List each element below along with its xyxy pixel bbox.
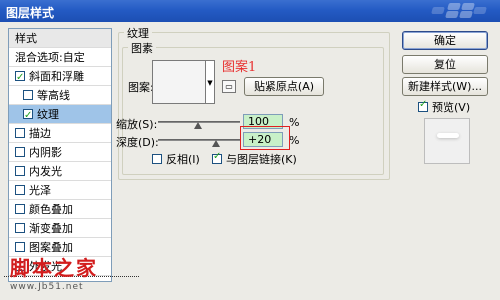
link-checkbox-box[interactable]: [212, 151, 222, 164]
style-item[interactable]: 渐变叠加: [9, 219, 111, 238]
highlight-box: [240, 126, 290, 150]
link-with-layer-checkbox[interactable]: 与图层链接(K): [212, 151, 297, 167]
reset-button[interactable]: 复位: [402, 55, 488, 74]
style-item[interactable]: 混合选项:自定: [9, 48, 111, 67]
style-item-checkbox[interactable]: [23, 106, 33, 125]
invert-checkbox-box[interactable]: [152, 154, 162, 164]
style-item[interactable]: 纹理: [9, 105, 111, 125]
style-item-checkbox[interactable]: [15, 147, 25, 157]
pattern-dropdown-arrow-icon[interactable]: ▼: [205, 60, 215, 104]
depth-unit: %: [289, 134, 300, 147]
style-item-label: 描边: [29, 127, 51, 140]
pattern-swatch[interactable]: [152, 60, 206, 104]
style-item-checkbox[interactable]: [15, 204, 25, 214]
styles-list: 样式 混合选项:自定斜面和浮雕等高线纹理描边内阴影内发光光泽颜色叠加渐变叠加图案…: [8, 28, 112, 282]
style-item-checkbox[interactable]: [15, 68, 25, 87]
pattern-annotation: 图案1: [222, 60, 257, 75]
style-item-label: 混合选项:自定: [15, 51, 85, 64]
ok-button[interactable]: 确定: [402, 31, 488, 50]
style-item-checkbox[interactable]: [15, 166, 25, 176]
preview-checkbox-box[interactable]: [418, 99, 428, 112]
new-style-button[interactable]: 新建样式(W)...: [402, 77, 488, 96]
style-item[interactable]: 颜色叠加: [9, 200, 111, 219]
scale-unit: %: [289, 116, 300, 129]
scale-slider-thumb[interactable]: [194, 122, 202, 130]
pattern-label: 图案:: [128, 81, 154, 94]
style-item-checkbox[interactable]: [15, 223, 25, 233]
style-preview-thumbnail: [424, 118, 470, 164]
watermark-text: 脚本之家: [10, 256, 98, 280]
elements-group-title: 图素: [128, 40, 156, 56]
preview-checkbox[interactable]: 预览(V): [418, 99, 470, 115]
title-bar: 图层样式: [0, 0, 500, 22]
style-item[interactable]: 描边: [9, 124, 111, 143]
style-item-label: 颜色叠加: [29, 203, 73, 216]
style-item[interactable]: 内发光: [9, 162, 111, 181]
style-item-label: 内阴影: [29, 146, 62, 159]
style-item-checkbox[interactable]: [15, 128, 25, 138]
style-item-checkbox[interactable]: [15, 185, 25, 195]
styles-list-header: 样式: [9, 29, 111, 48]
depth-slider-track[interactable]: [158, 139, 240, 141]
depth-label: 深度(D):: [116, 136, 159, 149]
style-item-label: 等高线: [37, 89, 70, 102]
style-item-label: 纹理: [37, 108, 59, 121]
snap-to-origin-button[interactable]: 贴紧原点(A): [244, 77, 324, 96]
style-item-label: 斜面和浮雕: [29, 70, 84, 83]
style-item-checkbox[interactable]: [23, 90, 33, 100]
depth-slider-thumb[interactable]: [212, 140, 220, 148]
style-item-label: 渐变叠加: [29, 222, 73, 235]
style-item[interactable]: 光泽: [9, 181, 111, 200]
style-item-label: 光泽: [29, 184, 51, 197]
style-item-label: 内发光: [29, 165, 62, 178]
style-item[interactable]: 等高线: [9, 86, 111, 105]
watermark-url: www.Jb51.net: [10, 282, 84, 292]
style-item[interactable]: 斜面和浮雕: [9, 67, 111, 87]
window-title: 图层样式: [6, 6, 55, 20]
style-item-checkbox[interactable]: [15, 242, 25, 252]
new-preset-icon[interactable]: ▭: [222, 80, 236, 93]
scale-label: 缩放(S):: [116, 118, 158, 131]
texture-group-title: 纹理: [124, 25, 152, 41]
invert-checkbox[interactable]: 反相(I): [152, 151, 200, 167]
style-item[interactable]: 内阴影: [9, 143, 111, 162]
windows-logo-icon: [428, 2, 488, 20]
